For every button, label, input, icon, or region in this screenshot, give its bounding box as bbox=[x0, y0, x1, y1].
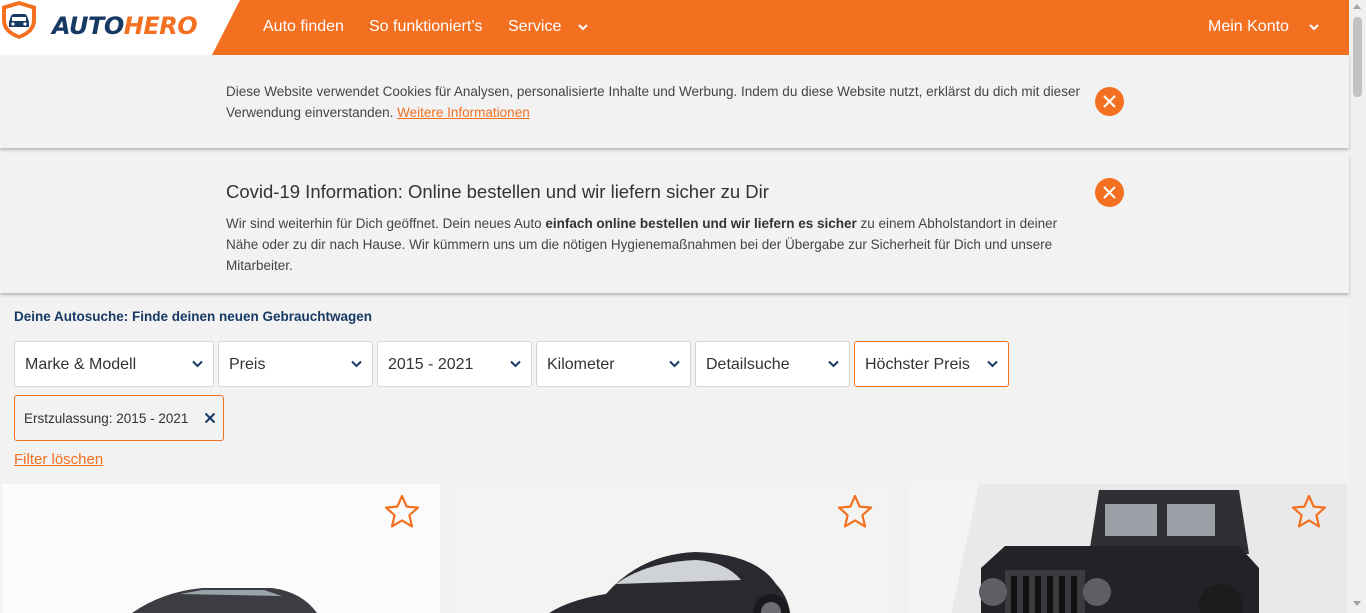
favorite-star-icon[interactable] bbox=[384, 494, 420, 530]
nav-service[interactable]: Service bbox=[508, 18, 561, 36]
covid-body-pre: Wir sind weiterhin für Dich geöffnet. De… bbox=[226, 216, 546, 231]
covid-title: Covid-19 Information: Online bestellen u… bbox=[226, 181, 769, 202]
car-image bbox=[456, 484, 893, 613]
logo-text-hero: HERO bbox=[123, 12, 198, 40]
cookie-text: Diese Website verwendet Cookies für Anal… bbox=[226, 81, 1086, 123]
covid-close-button[interactable] bbox=[1095, 178, 1124, 207]
cookie-banner: Diese Website verwendet Cookies für Anal… bbox=[0, 55, 1349, 148]
car-shield-icon bbox=[2, 1, 36, 39]
remove-filter-close-icon[interactable] bbox=[204, 412, 216, 424]
scroll-up-arrow-icon[interactable] bbox=[1353, 4, 1361, 9]
cookie-more-info-link[interactable]: Weitere Informationen bbox=[397, 105, 530, 120]
active-filter-chip: Erstzulassung: 2015 - 2021 bbox=[14, 395, 224, 441]
logo-text-auto: AUTO bbox=[52, 12, 124, 40]
page-scrollbar[interactable] bbox=[1349, 0, 1366, 613]
filter-label: Marke & Modell bbox=[25, 356, 137, 373]
scrollbar-thumb[interactable] bbox=[1353, 17, 1362, 97]
chip-label: Erstzulassung: 2015 - 2021 bbox=[24, 411, 189, 426]
logo[interactable]: AUTOHERO bbox=[0, 0, 240, 55]
car-card-2[interactable] bbox=[456, 484, 893, 613]
favorite-star-icon[interactable] bbox=[837, 494, 873, 530]
filter-label: Preis bbox=[229, 356, 266, 373]
sort-hoechster-preis[interactable]: Höchster Preis bbox=[854, 341, 1009, 387]
car-card-3[interactable] bbox=[909, 484, 1347, 613]
filter-marke-modell[interactable]: Marke & Modell bbox=[14, 341, 214, 387]
logo-wordmark: AUTOHERO bbox=[52, 12, 198, 40]
chevron-down-icon bbox=[351, 360, 362, 368]
nav-so-funktionierts[interactable]: So funktioniert’s bbox=[369, 18, 483, 36]
sort-label: Höchster Preis bbox=[865, 356, 970, 373]
covid-info-banner: Covid-19 Information: Online bestellen u… bbox=[0, 155, 1349, 293]
filter-label: Kilometer bbox=[547, 356, 615, 373]
filter-erstzulassung[interactable]: 2015 - 2021 bbox=[377, 341, 532, 387]
covid-body-bold: einfach online bestellen und wir liefern… bbox=[545, 216, 857, 231]
filter-preis[interactable]: Preis bbox=[218, 341, 373, 387]
filter-detailsuche[interactable]: Detailsuche bbox=[695, 341, 850, 387]
account-chevron-down-icon[interactable] bbox=[1309, 22, 1319, 32]
top-navigation-bar: AUTOHERO Auto finden So funktioniert’s S… bbox=[0, 0, 1349, 55]
chevron-down-icon bbox=[828, 360, 839, 368]
close-icon bbox=[1103, 186, 1116, 199]
cookie-close-button[interactable] bbox=[1095, 87, 1124, 116]
chevron-down-icon bbox=[510, 360, 521, 368]
car-card-1[interactable] bbox=[2, 484, 440, 613]
chevron-down-icon bbox=[669, 360, 680, 368]
close-icon bbox=[1103, 95, 1116, 108]
clear-filters-link[interactable]: Filter löschen bbox=[14, 451, 103, 468]
cookie-message: Diese Website verwendet Cookies für Anal… bbox=[226, 84, 1080, 120]
chevron-down-icon bbox=[987, 360, 998, 368]
car-image bbox=[2, 484, 440, 613]
nav-mein-konto[interactable]: Mein Konto bbox=[1208, 18, 1289, 36]
search-heading: Deine Autosuche: Finde deinen neuen Gebr… bbox=[14, 309, 373, 324]
nav-auto-finden[interactable]: Auto finden bbox=[263, 18, 344, 36]
filter-kilometer[interactable]: Kilometer bbox=[536, 341, 691, 387]
service-chevron-down-icon[interactable] bbox=[578, 22, 588, 32]
chevron-down-icon bbox=[192, 360, 203, 368]
favorite-star-icon[interactable] bbox=[1291, 494, 1327, 530]
filter-label: 2015 - 2021 bbox=[388, 356, 474, 373]
car-image bbox=[909, 484, 1347, 613]
filter-label: Detailsuche bbox=[706, 356, 790, 373]
scroll-down-arrow-icon[interactable] bbox=[1353, 601, 1361, 606]
covid-body: Wir sind weiterhin für Dich geöffnet. De… bbox=[226, 213, 1076, 276]
